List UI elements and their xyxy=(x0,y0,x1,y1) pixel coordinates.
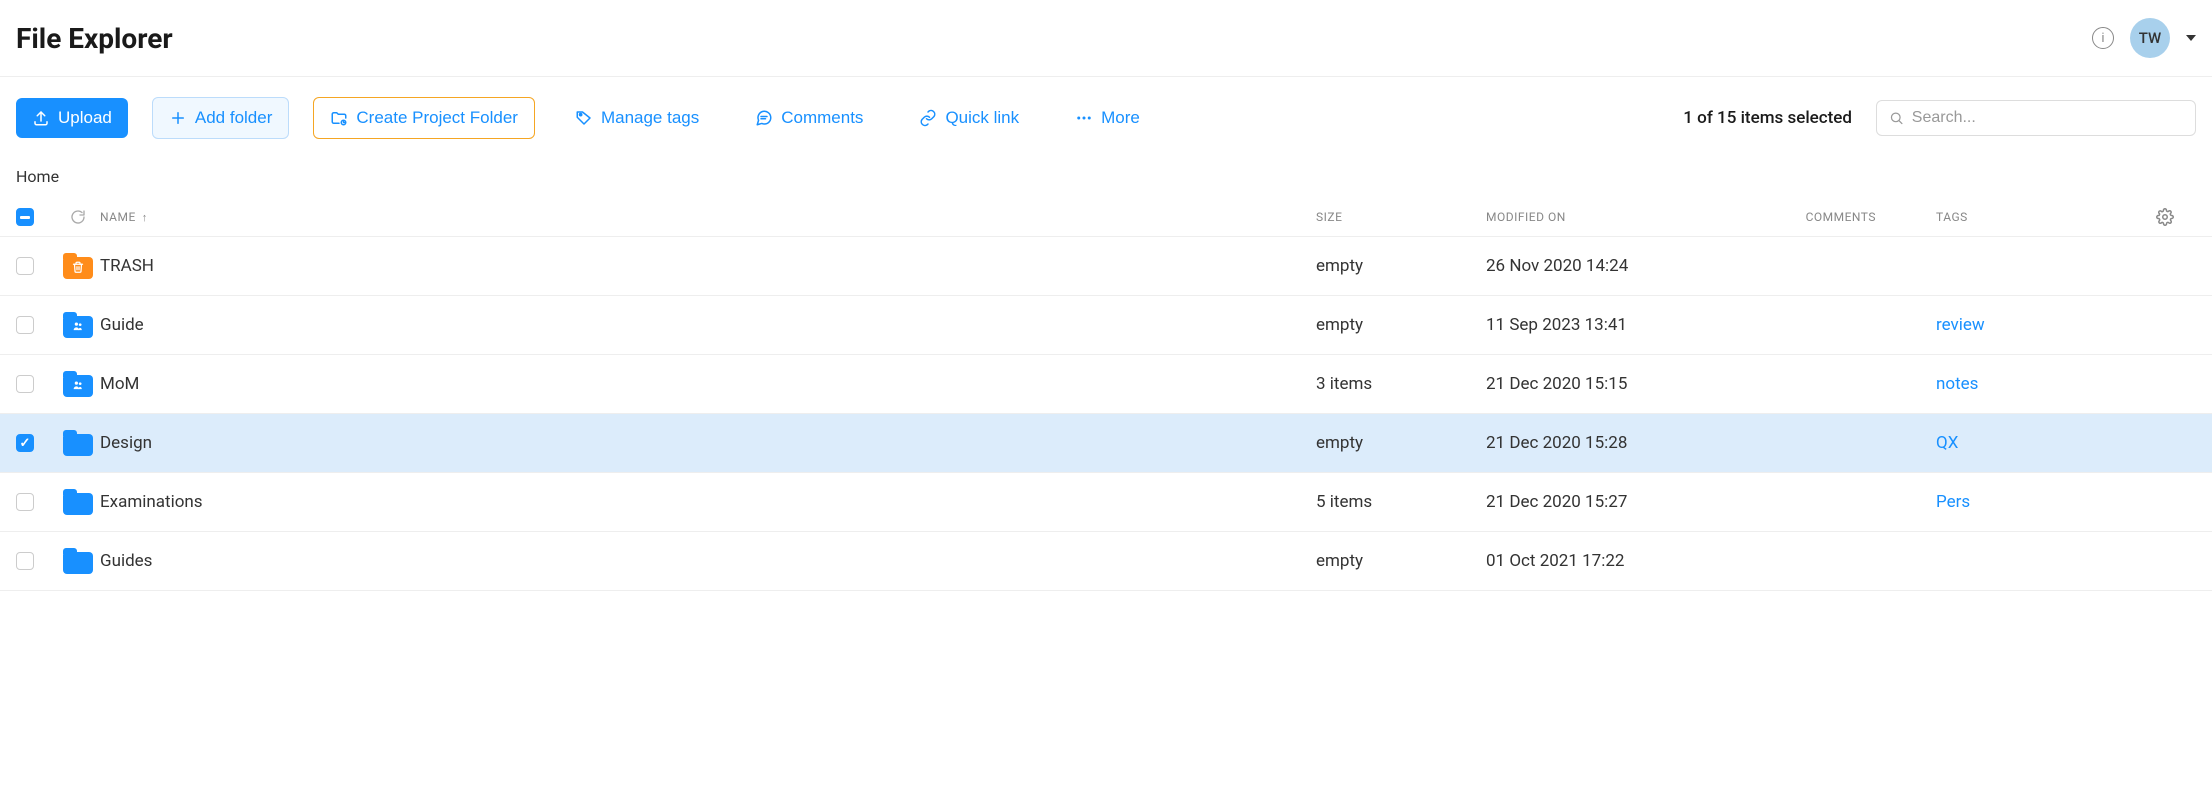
create-project-folder-button[interactable]: Create Project Folder xyxy=(313,97,535,139)
row-size: empty xyxy=(1316,256,1486,276)
user-menu-caret-icon[interactable] xyxy=(2186,35,2196,41)
more-button[interactable]: More xyxy=(1059,98,1156,138)
row-size: 3 items xyxy=(1316,374,1486,394)
row-name[interactable]: Design xyxy=(100,433,152,453)
upload-label: Upload xyxy=(58,108,112,128)
row-size: empty xyxy=(1316,315,1486,335)
comments-label: Comments xyxy=(781,108,863,128)
more-label: More xyxy=(1101,108,1140,128)
column-header-tags[interactable]: TAGS xyxy=(1876,210,2156,224)
shared-folder-icon xyxy=(63,371,93,397)
folder-icon xyxy=(63,430,93,456)
row-modified: 21 Dec 2020 15:28 xyxy=(1486,433,1736,453)
column-header-size[interactable]: SIZE xyxy=(1316,210,1486,224)
project-folder-icon xyxy=(330,109,348,127)
row-checkbox[interactable]: ✓ xyxy=(16,434,34,452)
select-all-checkbox[interactable] xyxy=(16,208,34,226)
upload-button[interactable]: Upload xyxy=(16,98,128,138)
row-size: 5 items xyxy=(1316,492,1486,512)
header-right: i TW xyxy=(2092,18,2196,58)
search-input[interactable] xyxy=(1912,109,2183,127)
table-row[interactable]: TRASH empty26 Nov 2020 14:24 xyxy=(0,237,2212,296)
row-name[interactable]: Guides xyxy=(100,551,152,571)
row-checkbox[interactable] xyxy=(16,316,34,334)
row-checkbox[interactable] xyxy=(16,257,34,275)
upload-icon xyxy=(32,109,50,127)
folder-icon xyxy=(63,548,93,574)
more-icon xyxy=(1075,109,1093,127)
breadcrumb[interactable]: Home xyxy=(0,159,2212,198)
info-icon[interactable]: i xyxy=(2092,27,2114,49)
row-tag[interactable]: notes xyxy=(1936,374,1978,394)
table-row[interactable]: Examinations 5 items21 Dec 2020 15:27 Pers xyxy=(0,473,2212,532)
row-tag[interactable]: Pers xyxy=(1936,492,1970,512)
quick-link-button[interactable]: Quick link xyxy=(903,98,1035,138)
row-modified: 01 Oct 2021 17:22 xyxy=(1486,551,1736,571)
row-tag[interactable]: QX xyxy=(1936,433,1958,453)
row-modified: 21 Dec 2020 15:27 xyxy=(1486,492,1736,512)
row-name[interactable]: Examinations xyxy=(100,492,203,512)
row-checkbox[interactable] xyxy=(16,493,34,511)
quick-link-label: Quick link xyxy=(945,108,1019,128)
column-header-name[interactable]: NAME ↑ xyxy=(100,210,1316,224)
comments-icon xyxy=(755,109,773,127)
row-tag[interactable]: review xyxy=(1936,315,1985,335)
row-modified: 11 Sep 2023 13:41 xyxy=(1486,315,1736,335)
search-icon xyxy=(1889,110,1904,126)
create-project-label: Create Project Folder xyxy=(356,108,518,128)
file-table: NAME ↑ SIZE MODIFIED ON COMMENTS TAGS TR… xyxy=(0,198,2212,591)
row-name[interactable]: TRASH xyxy=(100,256,154,276)
link-icon xyxy=(919,109,937,127)
folder-icon xyxy=(63,489,93,515)
tag-icon xyxy=(575,109,593,127)
table-header: NAME ↑ SIZE MODIFIED ON COMMENTS TAGS xyxy=(0,198,2212,237)
sort-asc-icon: ↑ xyxy=(142,211,148,224)
row-size: empty xyxy=(1316,433,1486,453)
column-header-modified[interactable]: MODIFIED ON xyxy=(1486,210,1736,224)
manage-tags-label: Manage tags xyxy=(601,108,699,128)
row-modified: 21 Dec 2020 15:15 xyxy=(1486,374,1736,394)
toolbar: Upload Add folder Create Project Folder … xyxy=(0,77,2212,159)
column-settings-icon[interactable] xyxy=(2156,208,2196,226)
table-row[interactable]: Guides empty01 Oct 2021 17:22 xyxy=(0,532,2212,591)
row-modified: 26 Nov 2020 14:24 xyxy=(1486,256,1736,276)
shared-folder-icon xyxy=(63,312,93,338)
row-checkbox[interactable] xyxy=(16,375,34,393)
manage-tags-button[interactable]: Manage tags xyxy=(559,98,715,138)
row-size: empty xyxy=(1316,551,1486,571)
table-row[interactable]: MoM 3 items21 Dec 2020 15:15 notes xyxy=(0,355,2212,414)
checkmark-icon: ✓ xyxy=(20,436,31,451)
comments-button[interactable]: Comments xyxy=(739,98,879,138)
avatar[interactable]: TW xyxy=(2130,18,2170,58)
add-folder-label: Add folder xyxy=(195,108,273,128)
plus-icon xyxy=(169,109,187,127)
table-row[interactable]: Guide empty11 Sep 2023 13:41 review xyxy=(0,296,2212,355)
table-row[interactable]: ✓ Design empty21 Dec 2020 15:28 QX xyxy=(0,414,2212,473)
row-name[interactable]: Guide xyxy=(100,315,144,335)
column-header-comments[interactable]: COMMENTS xyxy=(1736,210,1876,224)
row-checkbox[interactable] xyxy=(16,552,34,570)
refresh-icon[interactable] xyxy=(56,209,100,225)
row-name[interactable]: MoM xyxy=(100,374,139,394)
app-header: File Explorer i TW xyxy=(0,0,2212,77)
search-box[interactable] xyxy=(1876,100,2196,136)
trash-folder-icon xyxy=(63,253,93,279)
selection-count: 1 of 15 items selected xyxy=(1683,108,1852,128)
page-title: File Explorer xyxy=(16,22,173,55)
add-folder-button[interactable]: Add folder xyxy=(152,97,290,139)
